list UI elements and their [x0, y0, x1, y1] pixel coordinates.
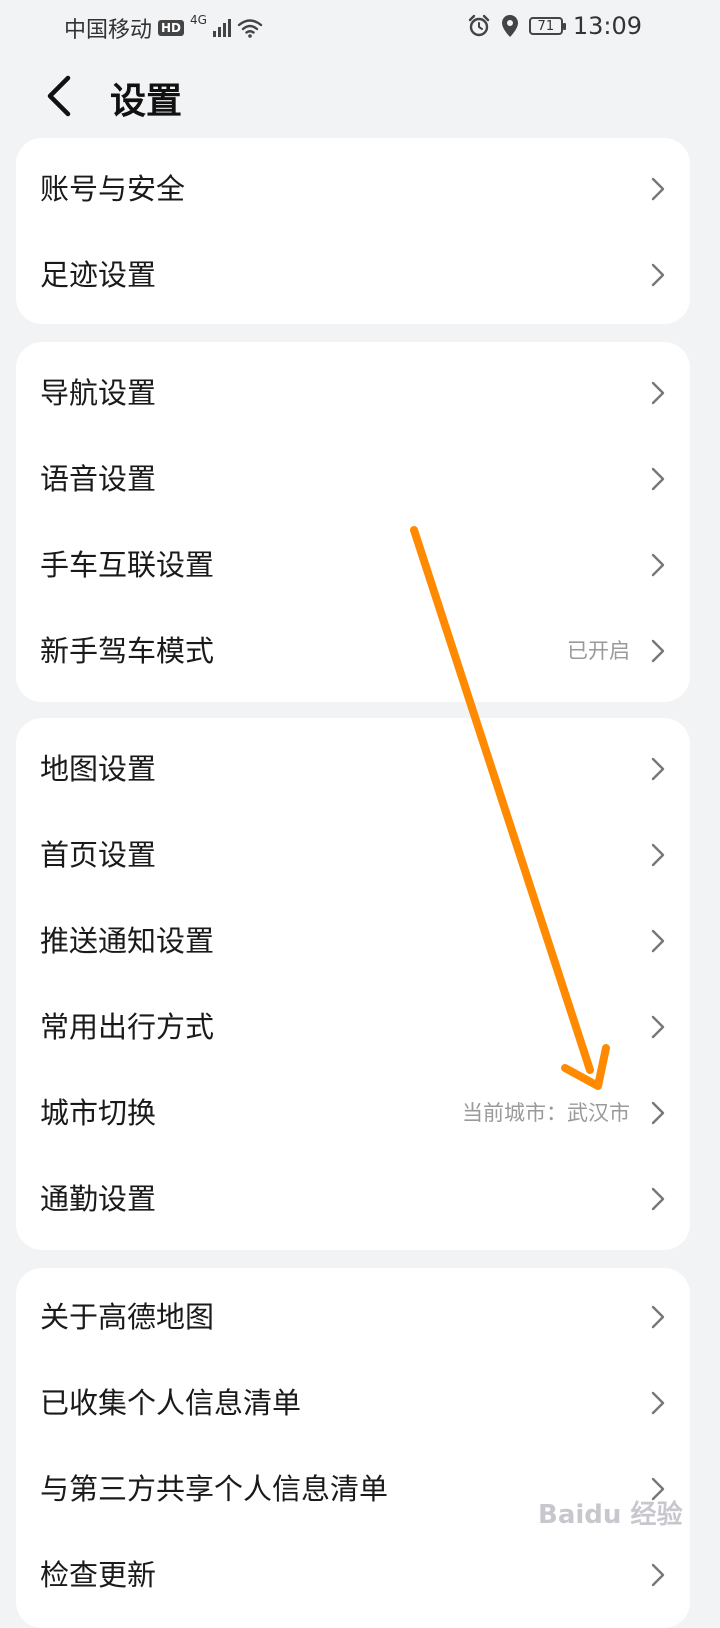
- chevron-right-icon: [651, 1563, 665, 1587]
- chevron-right-icon: [651, 553, 665, 577]
- wifi-icon: [237, 19, 263, 38]
- settings-item-label: 地图设置: [40, 752, 157, 786]
- settings-item-label: 推送通知设置: [40, 924, 215, 958]
- chevron-right-icon: [651, 1305, 665, 1329]
- settings-item-label: 已收集个人信息清单: [40, 1386, 302, 1420]
- settings-item-label: 通勤设置: [40, 1182, 157, 1216]
- settings-item-label: 常用出行方式: [40, 1010, 215, 1044]
- chevron-left-icon: [47, 75, 71, 117]
- alarm-icon: [468, 14, 490, 37]
- chevron-right-icon: [651, 263, 665, 287]
- back-button[interactable]: [40, 74, 84, 118]
- battery-icon: 71: [528, 17, 566, 35]
- settings-item-collected-info[interactable]: 已收集个人信息清单: [16, 1360, 690, 1446]
- settings-item-push-notifications[interactable]: 推送通知设置: [16, 898, 690, 984]
- settings-item-map[interactable]: 地图设置: [16, 726, 690, 812]
- settings-item-voice[interactable]: 语音设置: [16, 436, 690, 522]
- settings-item-homepage[interactable]: 首页设置: [16, 812, 690, 898]
- chevron-right-icon: [651, 467, 665, 491]
- settings-item-footprint[interactable]: 足迹设置: [16, 232, 690, 318]
- settings-section-account: 账号与安全 足迹设置: [16, 138, 690, 324]
- settings-item-label: 检查更新: [40, 1558, 157, 1592]
- page-header: 设置: [0, 60, 720, 136]
- settings-item-label: 手车互联设置: [40, 548, 215, 582]
- settings-item-value: 当前城市：武汉市: [462, 1101, 630, 1125]
- chevron-right-icon: [651, 381, 665, 405]
- signal-icon: [212, 19, 231, 37]
- settings-item-value: 已开启: [567, 639, 630, 663]
- chevron-right-icon: [651, 1101, 665, 1125]
- settings-item-label: 与第三方共享个人信息清单: [40, 1472, 389, 1506]
- status-left: 中国移动 HD 4G: [64, 12, 263, 44]
- settings-item-label: 足迹设置: [40, 258, 157, 292]
- settings-item-about[interactable]: 关于高德地图: [16, 1274, 690, 1360]
- settings-item-label: 城市切换: [40, 1096, 157, 1130]
- settings-item-navigation[interactable]: 导航设置: [16, 350, 690, 436]
- settings-item-account-security[interactable]: 账号与安全: [16, 146, 690, 232]
- chevron-right-icon: [651, 757, 665, 781]
- settings-item-label: 账号与安全: [40, 172, 186, 206]
- settings-item-car-connect[interactable]: 手车互联设置: [16, 522, 690, 608]
- settings-item-commute[interactable]: 通勤设置: [16, 1156, 690, 1242]
- settings-item-label: 首页设置: [40, 838, 157, 872]
- chevron-right-icon: [651, 843, 665, 867]
- carrier-name: 中国移动: [64, 18, 153, 43]
- chevron-right-icon: [651, 1187, 665, 1211]
- settings-item-label: 关于高德地图: [40, 1300, 215, 1334]
- hd-badge: HD: [158, 20, 185, 36]
- status-time: 13:09: [572, 12, 642, 40]
- settings-item-check-update[interactable]: 检查更新: [16, 1532, 690, 1618]
- settings-item-label: 语音设置: [40, 462, 157, 496]
- settings-item-city-switch[interactable]: 城市切换 当前城市：武汉市: [16, 1070, 690, 1156]
- settings-item-label: 新手驾车模式: [40, 634, 215, 668]
- chevron-right-icon: [651, 1391, 665, 1415]
- chevron-right-icon: [651, 177, 665, 201]
- chevron-right-icon: [651, 929, 665, 953]
- settings-item-novice-mode[interactable]: 新手驾车模式 已开启: [16, 608, 690, 694]
- settings-section-map: 地图设置 首页设置 推送通知设置 常用出行方式 城市切换 当前城市：武汉市 通勤…: [16, 718, 690, 1250]
- chevron-right-icon: [651, 1015, 665, 1039]
- settings-item-travel-mode[interactable]: 常用出行方式: [16, 984, 690, 1070]
- settings-section-navigation: 导航设置 语音设置 手车互联设置 新手驾车模式 已开启: [16, 342, 690, 702]
- status-bar: 中国移动 HD 4G 71 13:09: [0, 0, 720, 54]
- location-icon: [501, 15, 518, 37]
- settings-section-about: 关于高德地图 已收集个人信息清单 与第三方共享个人信息清单 检查更新: [16, 1268, 690, 1628]
- chevron-right-icon: [651, 639, 665, 663]
- page-title: 设置: [110, 81, 183, 122]
- network-type: 4G: [190, 13, 207, 27]
- watermark: Baidu 经验: [538, 1500, 683, 1530]
- status-right: 71 13:09: [467, 12, 642, 40]
- settings-item-label: 导航设置: [40, 376, 157, 410]
